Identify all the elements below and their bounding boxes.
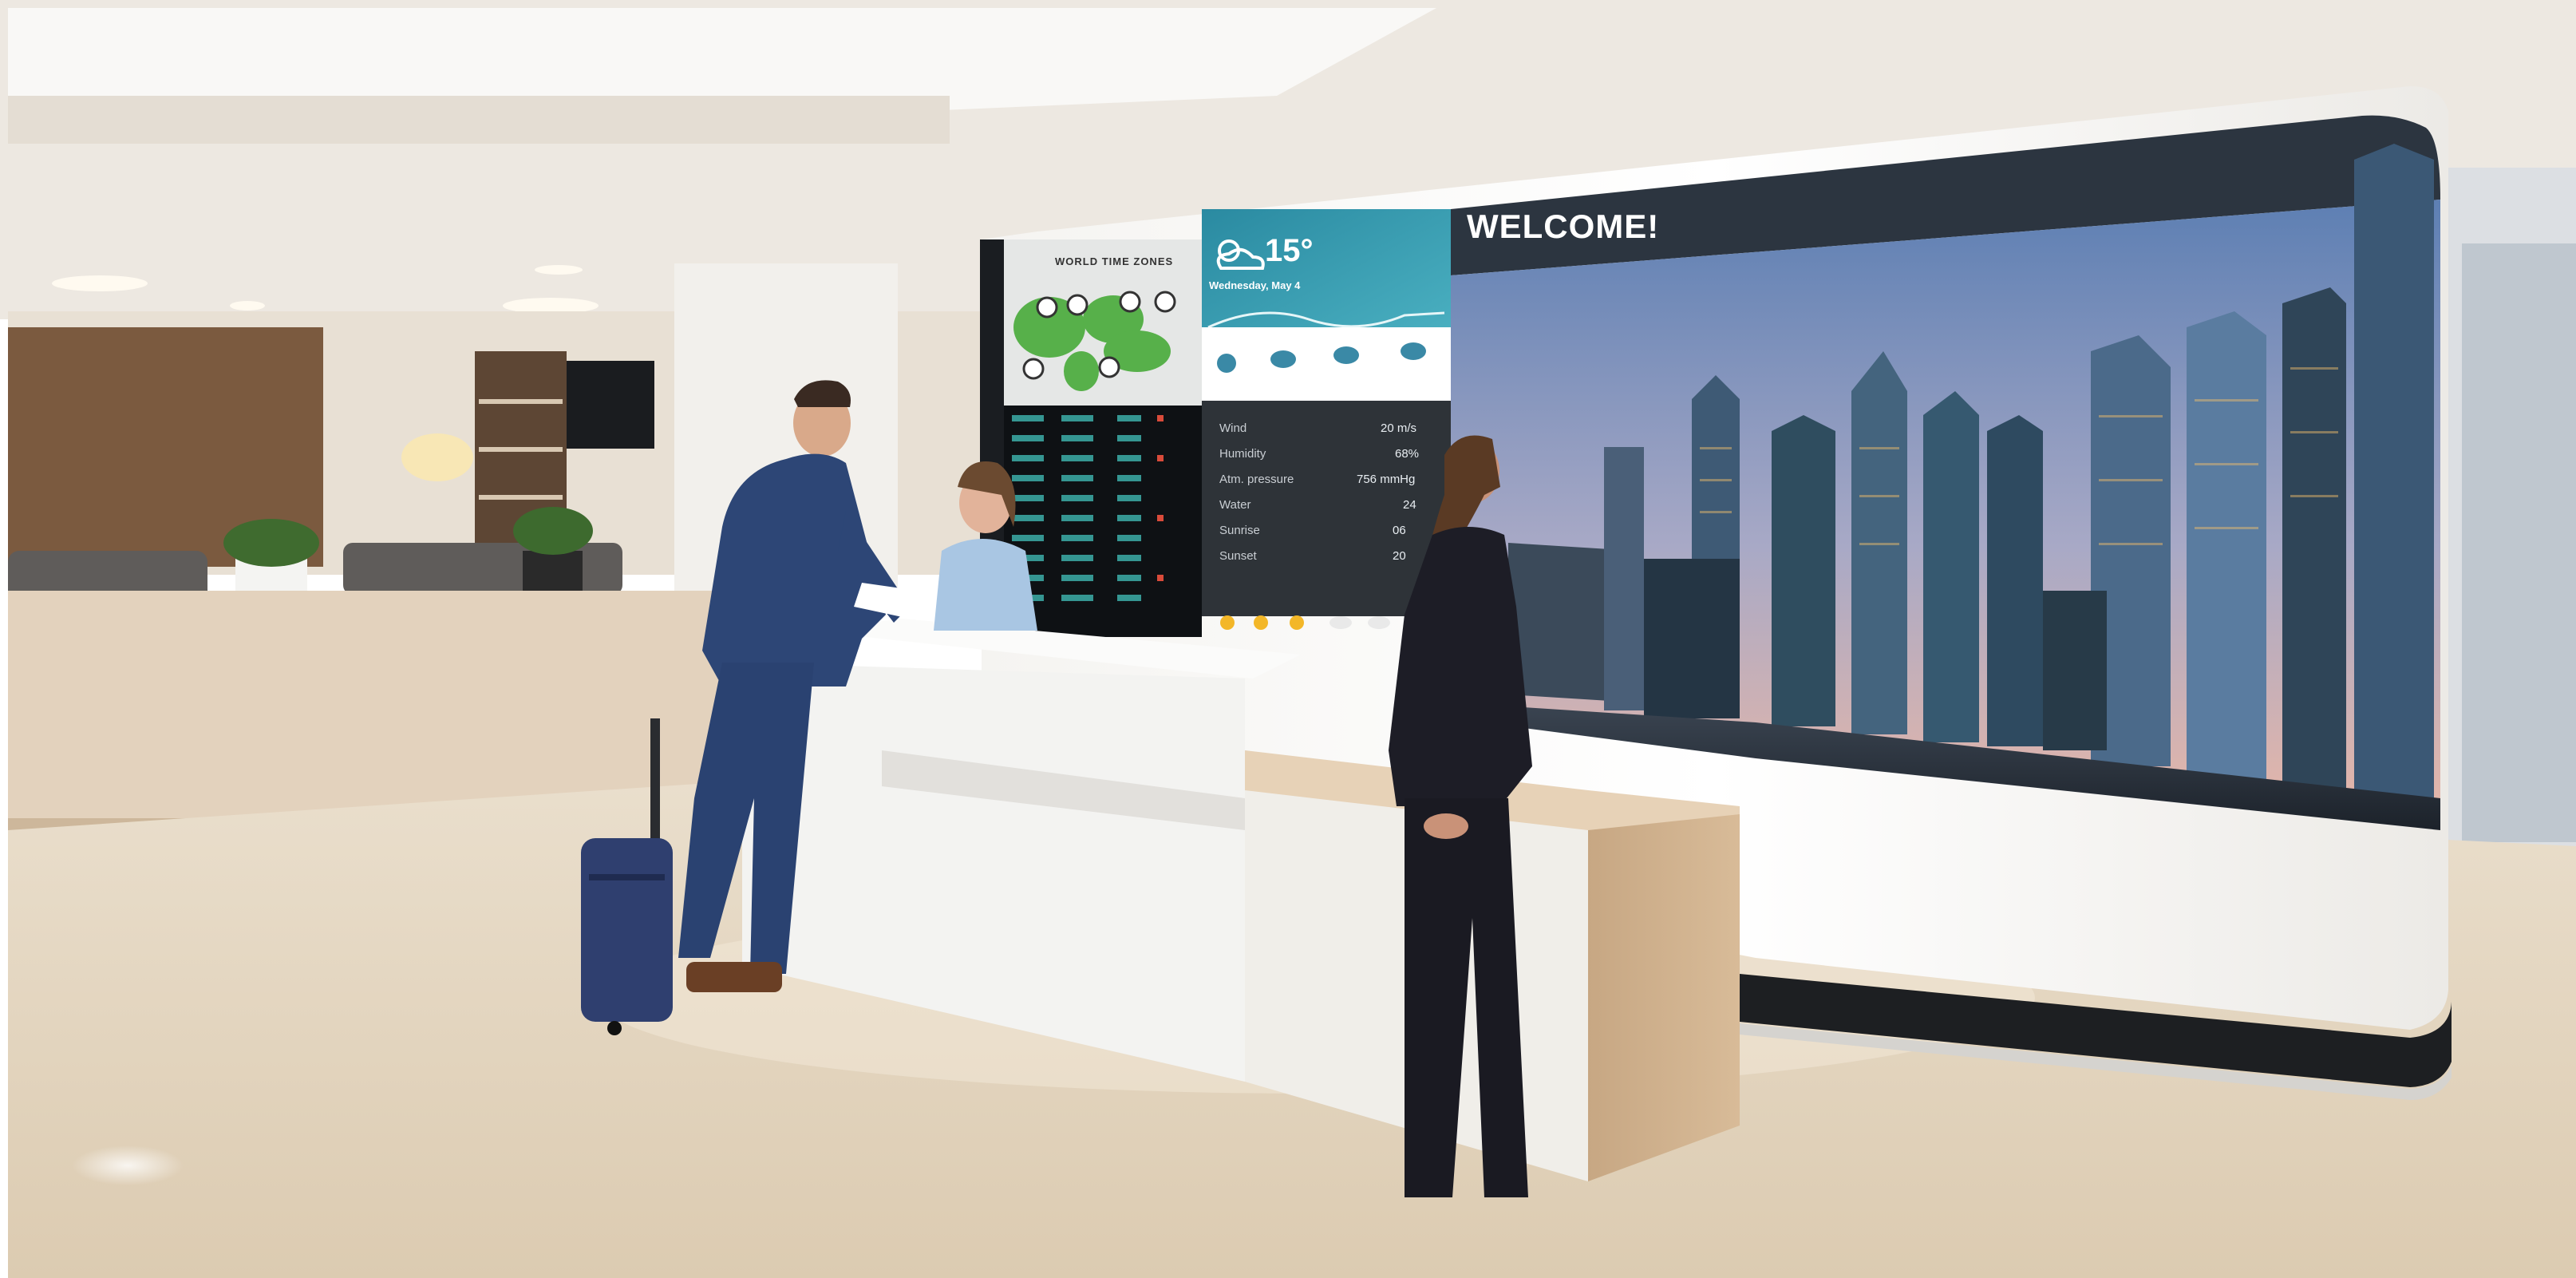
suitcase: [581, 838, 673, 1022]
weather-detail-value: 20 m/s: [1381, 421, 1417, 435]
weather-detail-value: 68%: [1395, 447, 1420, 461]
weather-detail-label: Wind: [1219, 421, 1247, 435]
floor-light-reflection: [72, 1145, 184, 1185]
forecast-strip: [1202, 327, 1451, 401]
welcome-heading: WELCOME!: [1467, 208, 1660, 245]
pendant-lamp: [401, 433, 473, 481]
suitcase-band: [589, 874, 665, 880]
wall-tv: [567, 361, 654, 449]
weather-detail-label: Atm. pressure: [1219, 473, 1294, 486]
weather-detail-label: Sunset: [1219, 549, 1257, 563]
weather-detail-value: 20: [1393, 549, 1406, 563]
world-clock-title: WORLD TIME ZONES: [1055, 255, 1174, 267]
counter-wood-side: [1588, 814, 1740, 1181]
weather-temperature: 15°: [1265, 233, 1314, 268]
weather-detail-value: 24: [1403, 498, 1416, 512]
luggage-handle: [650, 718, 660, 850]
weather-detail-value: 06: [1393, 524, 1406, 537]
right-wall-panel: [2462, 243, 2576, 842]
ceiling-soffit: [8, 96, 950, 144]
weather-date: Wednesday, May 4: [1209, 279, 1301, 291]
plant: [513, 507, 593, 555]
weather-detail-label: Sunrise: [1219, 524, 1260, 537]
plant: [223, 519, 319, 567]
ceiling-light: [230, 301, 265, 311]
planter: [523, 551, 583, 595]
ceiling-light: [535, 265, 583, 275]
lobby-scene: [0, 0, 2576, 1278]
ceiling-light: [52, 275, 148, 291]
weather-detail-label: Humidity: [1219, 447, 1266, 461]
weather-detail-label: Water: [1219, 498, 1251, 512]
weather-detail-value: 756 mmHg: [1357, 473, 1416, 486]
suitcase-wheel: [607, 1021, 622, 1035]
